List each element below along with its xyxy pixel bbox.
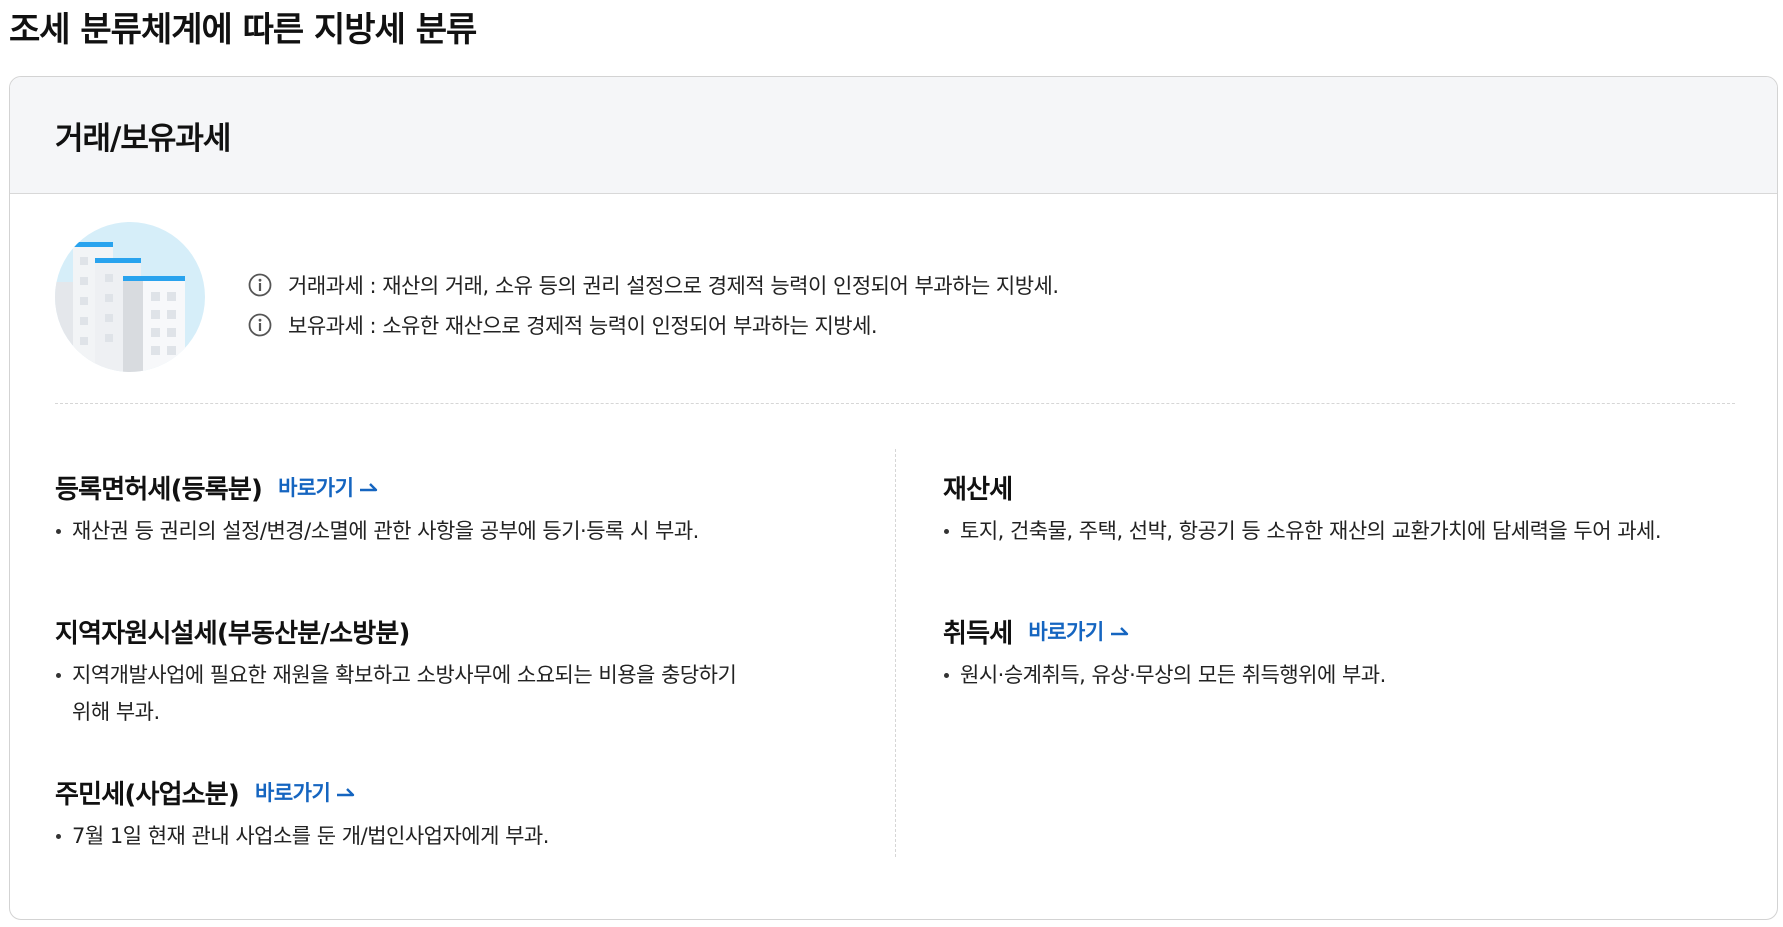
card-header: 거래/보유과세 bbox=[10, 77, 1777, 194]
notes-list: 거래과세 : 재산의 거래, 소유 등의 권리 설정으로 경제적 능력이 인정되… bbox=[248, 265, 1059, 345]
item-title: 재산세 bbox=[943, 474, 1013, 505]
item-title: 등록면허세(등록분) bbox=[55, 474, 263, 505]
note-transaction-tax: 거래과세 : 재산의 거래, 소유 등의 권리 설정으로 경제적 능력이 인정되… bbox=[248, 265, 1059, 305]
item-description: 지역개발사업에 필요한 재원을 확보하고 소방사무에 소요되는 비용을 충당하기… bbox=[55, 657, 755, 731]
info-icon bbox=[248, 273, 272, 297]
section-divider bbox=[55, 403, 1735, 404]
column-divider bbox=[895, 449, 896, 857]
card-title: 거래/보유과세 bbox=[55, 120, 231, 157]
building-icon bbox=[55, 222, 205, 372]
goto-link-label: 바로가기 bbox=[278, 476, 354, 500]
goto-link-button[interactable]: 바로가기 bbox=[255, 777, 356, 807]
arrow-right-icon bbox=[337, 788, 355, 797]
goto-link-button[interactable]: 바로가기 bbox=[1028, 616, 1129, 646]
note-text: 거래과세 : 재산의 거래, 소유 등의 권리 설정으로 경제적 능력이 인정되… bbox=[288, 274, 1059, 298]
item-title: 지역자원시설세(부동산분/소방분) bbox=[55, 618, 410, 649]
note-text: 보유과세 : 소유한 재산으로 경제적 능력이 인정되어 부과하는 지방세. bbox=[288, 314, 878, 338]
tax-item-resident-business: 주민세(사업소분) 바로가기 7월 1일 현재 관내 사업소를 둔 개/법인사업… bbox=[55, 772, 855, 855]
item-title: 취득세 bbox=[943, 618, 1013, 649]
item-title: 주민세(사업소분) bbox=[55, 779, 240, 810]
page-title: 조세 분류체계에 따른 지방세 분류 bbox=[9, 10, 477, 50]
arrow-right-icon bbox=[1110, 627, 1128, 636]
goto-link-label: 바로가기 bbox=[255, 781, 331, 805]
info-icon bbox=[248, 313, 272, 337]
item-description: 토지, 건축물, 주택, 선박, 항공기 등 소유한 재산의 교환가치에 담세력… bbox=[943, 513, 1743, 550]
item-description: 재산권 등 권리의 설정/변경/소멸에 관한 사항을 공부에 등기·등록 시 부… bbox=[55, 513, 855, 550]
tax-card: 거래/보유과세 거래과세: 재산의 거래, 소유 등의 권리 설정으로 경제적… bbox=[9, 76, 1778, 920]
note-holding-tax: 보유과세 : 소유한 재산으로 경제적 능력이 인정되어 부과하는 지방세. bbox=[248, 305, 1059, 345]
tax-item-property: 재산세 토지, 건축물, 주택, 선박, 항공기 등 소유한 재산의 교환가치에… bbox=[943, 467, 1743, 550]
tax-item-registration-license: 등록면허세(등록분) 바로가기 재산권 등 권리의 설정/변경/소멸에 관한 사… bbox=[55, 467, 855, 550]
intro-section: 거래과세 : 재산의 거래, 소유 등의 권리 설정으로 경제적 능력이 인정되… bbox=[55, 222, 1735, 382]
tax-item-acquisition: 취득세 바로가기 원시·승계취득, 유상·무상의 모든 취득행위에 부과. bbox=[943, 611, 1743, 694]
goto-link-label: 바로가기 bbox=[1028, 620, 1104, 644]
item-description: 7월 1일 현재 관내 사업소를 둔 개/법인사업자에게 부과. bbox=[55, 818, 855, 855]
tax-item-regional-resource-facility: 지역자원시설세(부동산분/소방분) 지역개발사업에 필요한 재원을 확보하고 소… bbox=[55, 611, 755, 731]
item-description: 원시·승계취득, 유상·무상의 모든 취득행위에 부과. bbox=[943, 657, 1743, 694]
arrow-right-icon bbox=[360, 483, 378, 492]
goto-link-button[interactable]: 바로가기 bbox=[278, 472, 379, 502]
